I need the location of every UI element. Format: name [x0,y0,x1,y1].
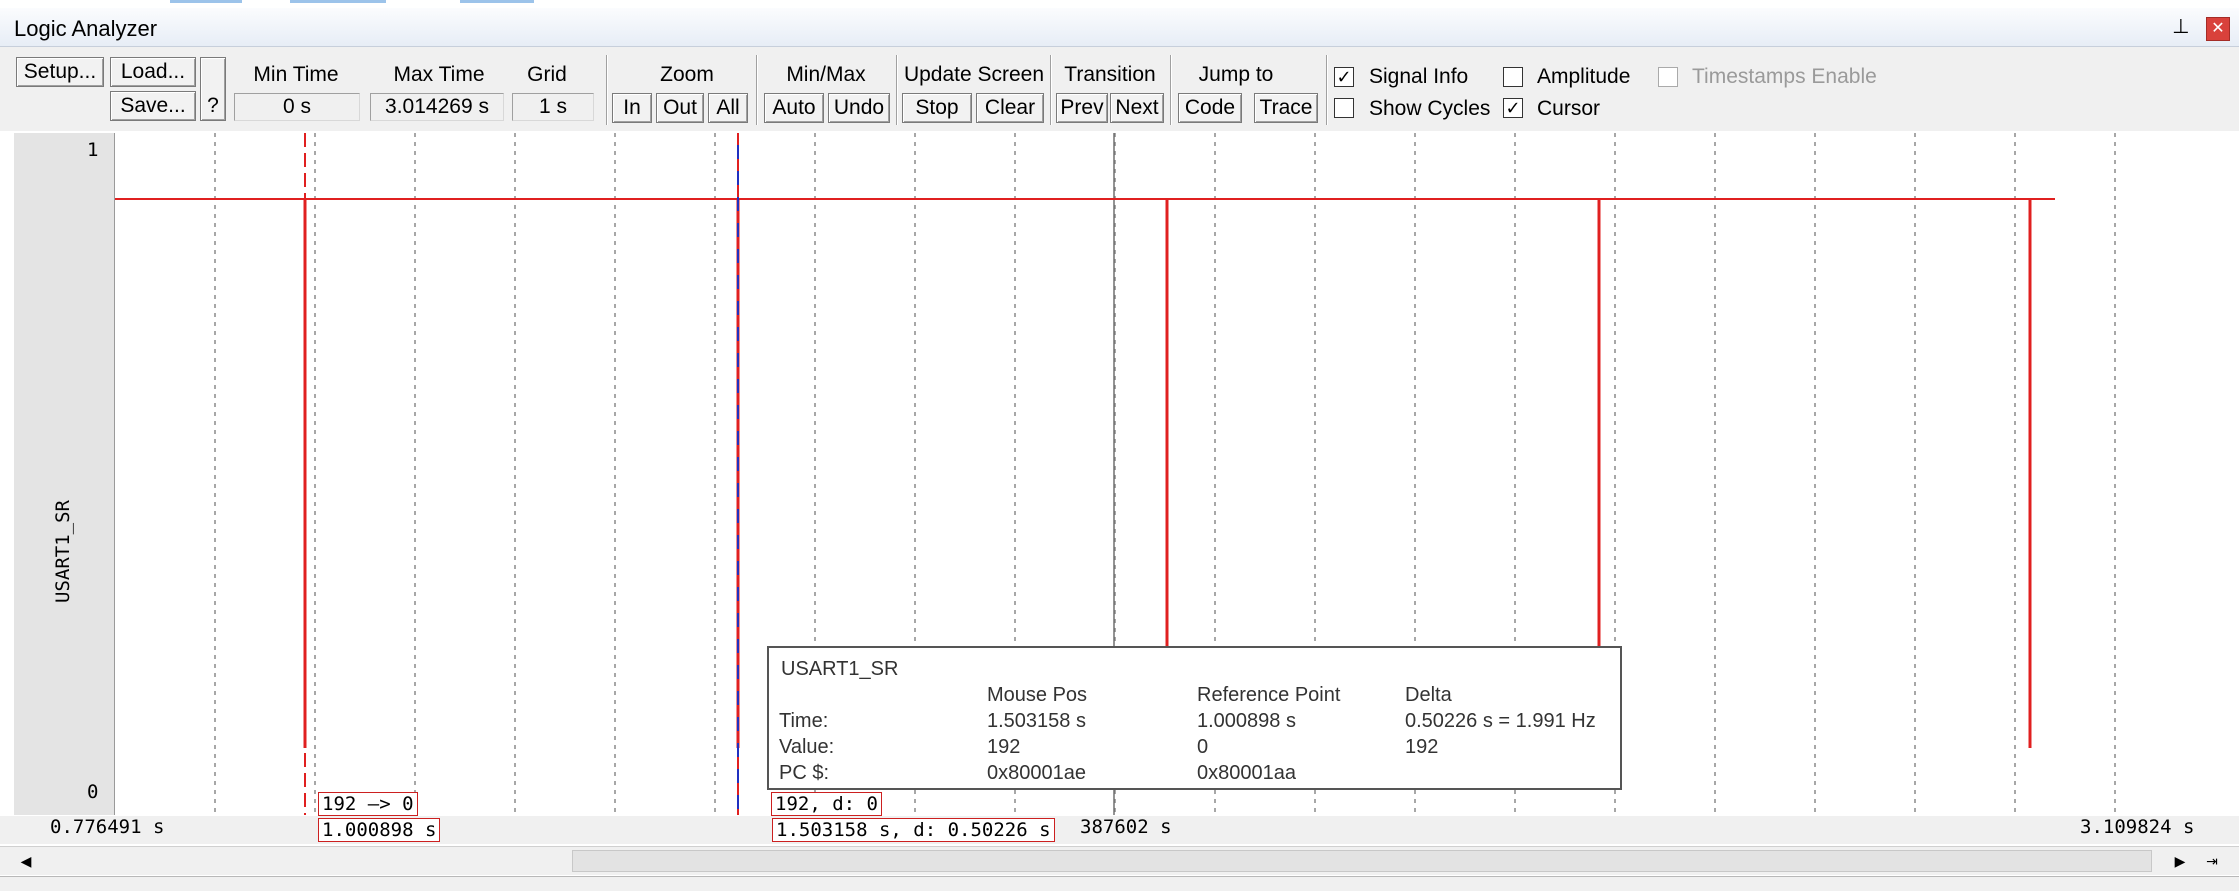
jump-to-label: Jump to [1198,63,1274,86]
tooltip-header-mouse: Mouse Pos [987,684,1088,706]
scroll-right-icon[interactable]: ▶ [2168,849,2192,873]
update-screen-label: Update Screen [903,63,1045,86]
next-button[interactable]: Next [1110,93,1164,123]
trace-button[interactable]: Trace [1254,93,1318,123]
separator [1326,55,1328,125]
stop-button[interactable]: Stop [902,93,972,123]
tooltip-title: USART1_SR [781,658,899,680]
window-title: Logic Analyzer [14,16,158,41]
grid-label: Grid [527,63,567,86]
min-time-value: 0 s [234,93,360,121]
separator [1170,55,1172,125]
tooltip-cell: 1.503158 s [987,710,1086,732]
tab-indicator [170,0,242,3]
tooltip-row-label: Time: [779,710,829,732]
show-cycles-checkbox[interactable] [1334,98,1354,118]
toolbar: Setup... Load... Save... ? Min Time 0 s … [0,47,2239,131]
scroll-left-icon[interactable]: ◀ [14,849,38,873]
separator [756,55,758,125]
tooltip-cell: 0x80001ae [987,762,1086,784]
amplitude-label: Amplitude [1537,65,1631,88]
code-button[interactable]: Code [1178,93,1242,123]
cursor-value-label: 192, d: 0 [771,792,882,816]
tooltip-header-reference: Reference Point [1197,684,1341,706]
transition-label: 192 —> 0 [318,792,418,816]
help-button[interactable]: ? [200,57,226,121]
pin-icon[interactable]: ⊥ [2170,16,2192,38]
timestamps-enable-checkbox [1658,67,1678,87]
min-time-label: Min Time [253,63,339,86]
minmax-label: Min/Max [786,63,866,86]
show-cycles-label: Show Cycles [1369,97,1491,120]
zoom-all-button[interactable]: All [708,93,748,123]
prev-button[interactable]: Prev [1056,93,1108,123]
setup-button[interactable]: Setup... [16,57,104,87]
zoom-in-button[interactable]: In [612,93,652,123]
transition-label: Transition [1064,63,1156,86]
tooltip-cell: 0.50226 s = 1.991 Hz [1405,710,1596,732]
cursor-label: Cursor [1537,97,1601,120]
tooltip-header-delta: Delta [1405,684,1452,706]
tab-indicator [290,0,386,3]
top-strip [0,0,2239,8]
tooltip-row-label: Value: [779,736,835,758]
axis-end-time: 3.109824 s [2080,816,2195,838]
max-time-value: 3.014269 s [370,93,504,121]
auto-button[interactable]: Auto [764,93,824,123]
zoom-out-button[interactable]: Out [656,93,704,123]
grid-value: 1 s [512,93,594,121]
undo-button[interactable]: Undo [828,93,890,123]
time-axis-bar: 0.776491 s 387602 s 3.109824 s 1.000898 … [0,816,2239,844]
tooltip-cell: 192 [987,736,1021,758]
save-button[interactable]: Save... [110,91,196,121]
clear-button[interactable]: Clear [976,93,1044,123]
footer-strip [0,876,2239,891]
signal-info-tooltip: USART1_SR Mouse Pos Reference Point Delt… [767,646,1622,790]
timestamps-enable-label: Timestamps Enable [1692,65,1877,88]
horizontal-scrollbar[interactable]: ◀ ▶ ⇥ [0,846,2239,875]
separator [1050,55,1052,125]
tooltip-cell: 192 [1405,736,1439,758]
max-time-label: Max Time [393,63,485,86]
scroll-end-icon[interactable]: ⇥ [2200,849,2224,873]
load-button[interactable]: Load... [110,57,196,87]
separator [896,55,898,125]
tooltip-cell: 1.000898 s [1197,710,1296,732]
tooltip-cell: 0 [1197,736,1209,758]
y-min-label: 0 [87,781,99,803]
amplitude-checkbox[interactable] [1503,67,1523,87]
y-max-label: 1 [87,139,99,161]
separator [606,55,608,125]
reference-time-label: 1.000898 s [318,818,441,842]
cursor-checkbox[interactable]: ✓ [1503,98,1523,118]
signal-info-label: Signal Info [1369,65,1469,88]
tab-indicator [460,0,534,3]
tooltip-row-label: PC $: [779,762,830,784]
axis-start-time: 0.776491 s [50,816,165,838]
signal-name-panel[interactable]: USART1_SR [14,133,115,815]
cursor-time-label: 1.503158 s, d: 0.50226 s [772,818,1055,842]
title-bar: Logic Analyzer ⊥ ✕ [0,8,2239,47]
signal-name: USART1_SR [52,500,74,603]
signal-info-checkbox[interactable]: ✓ [1334,67,1354,87]
zoom-label: Zoom [660,63,714,86]
tooltip-cell: 0x80001aa [1197,762,1296,784]
close-icon[interactable]: ✕ [2206,17,2230,41]
scroll-thumb[interactable] [572,850,2152,872]
axis-mid-time: 387602 s [1080,816,1172,838]
